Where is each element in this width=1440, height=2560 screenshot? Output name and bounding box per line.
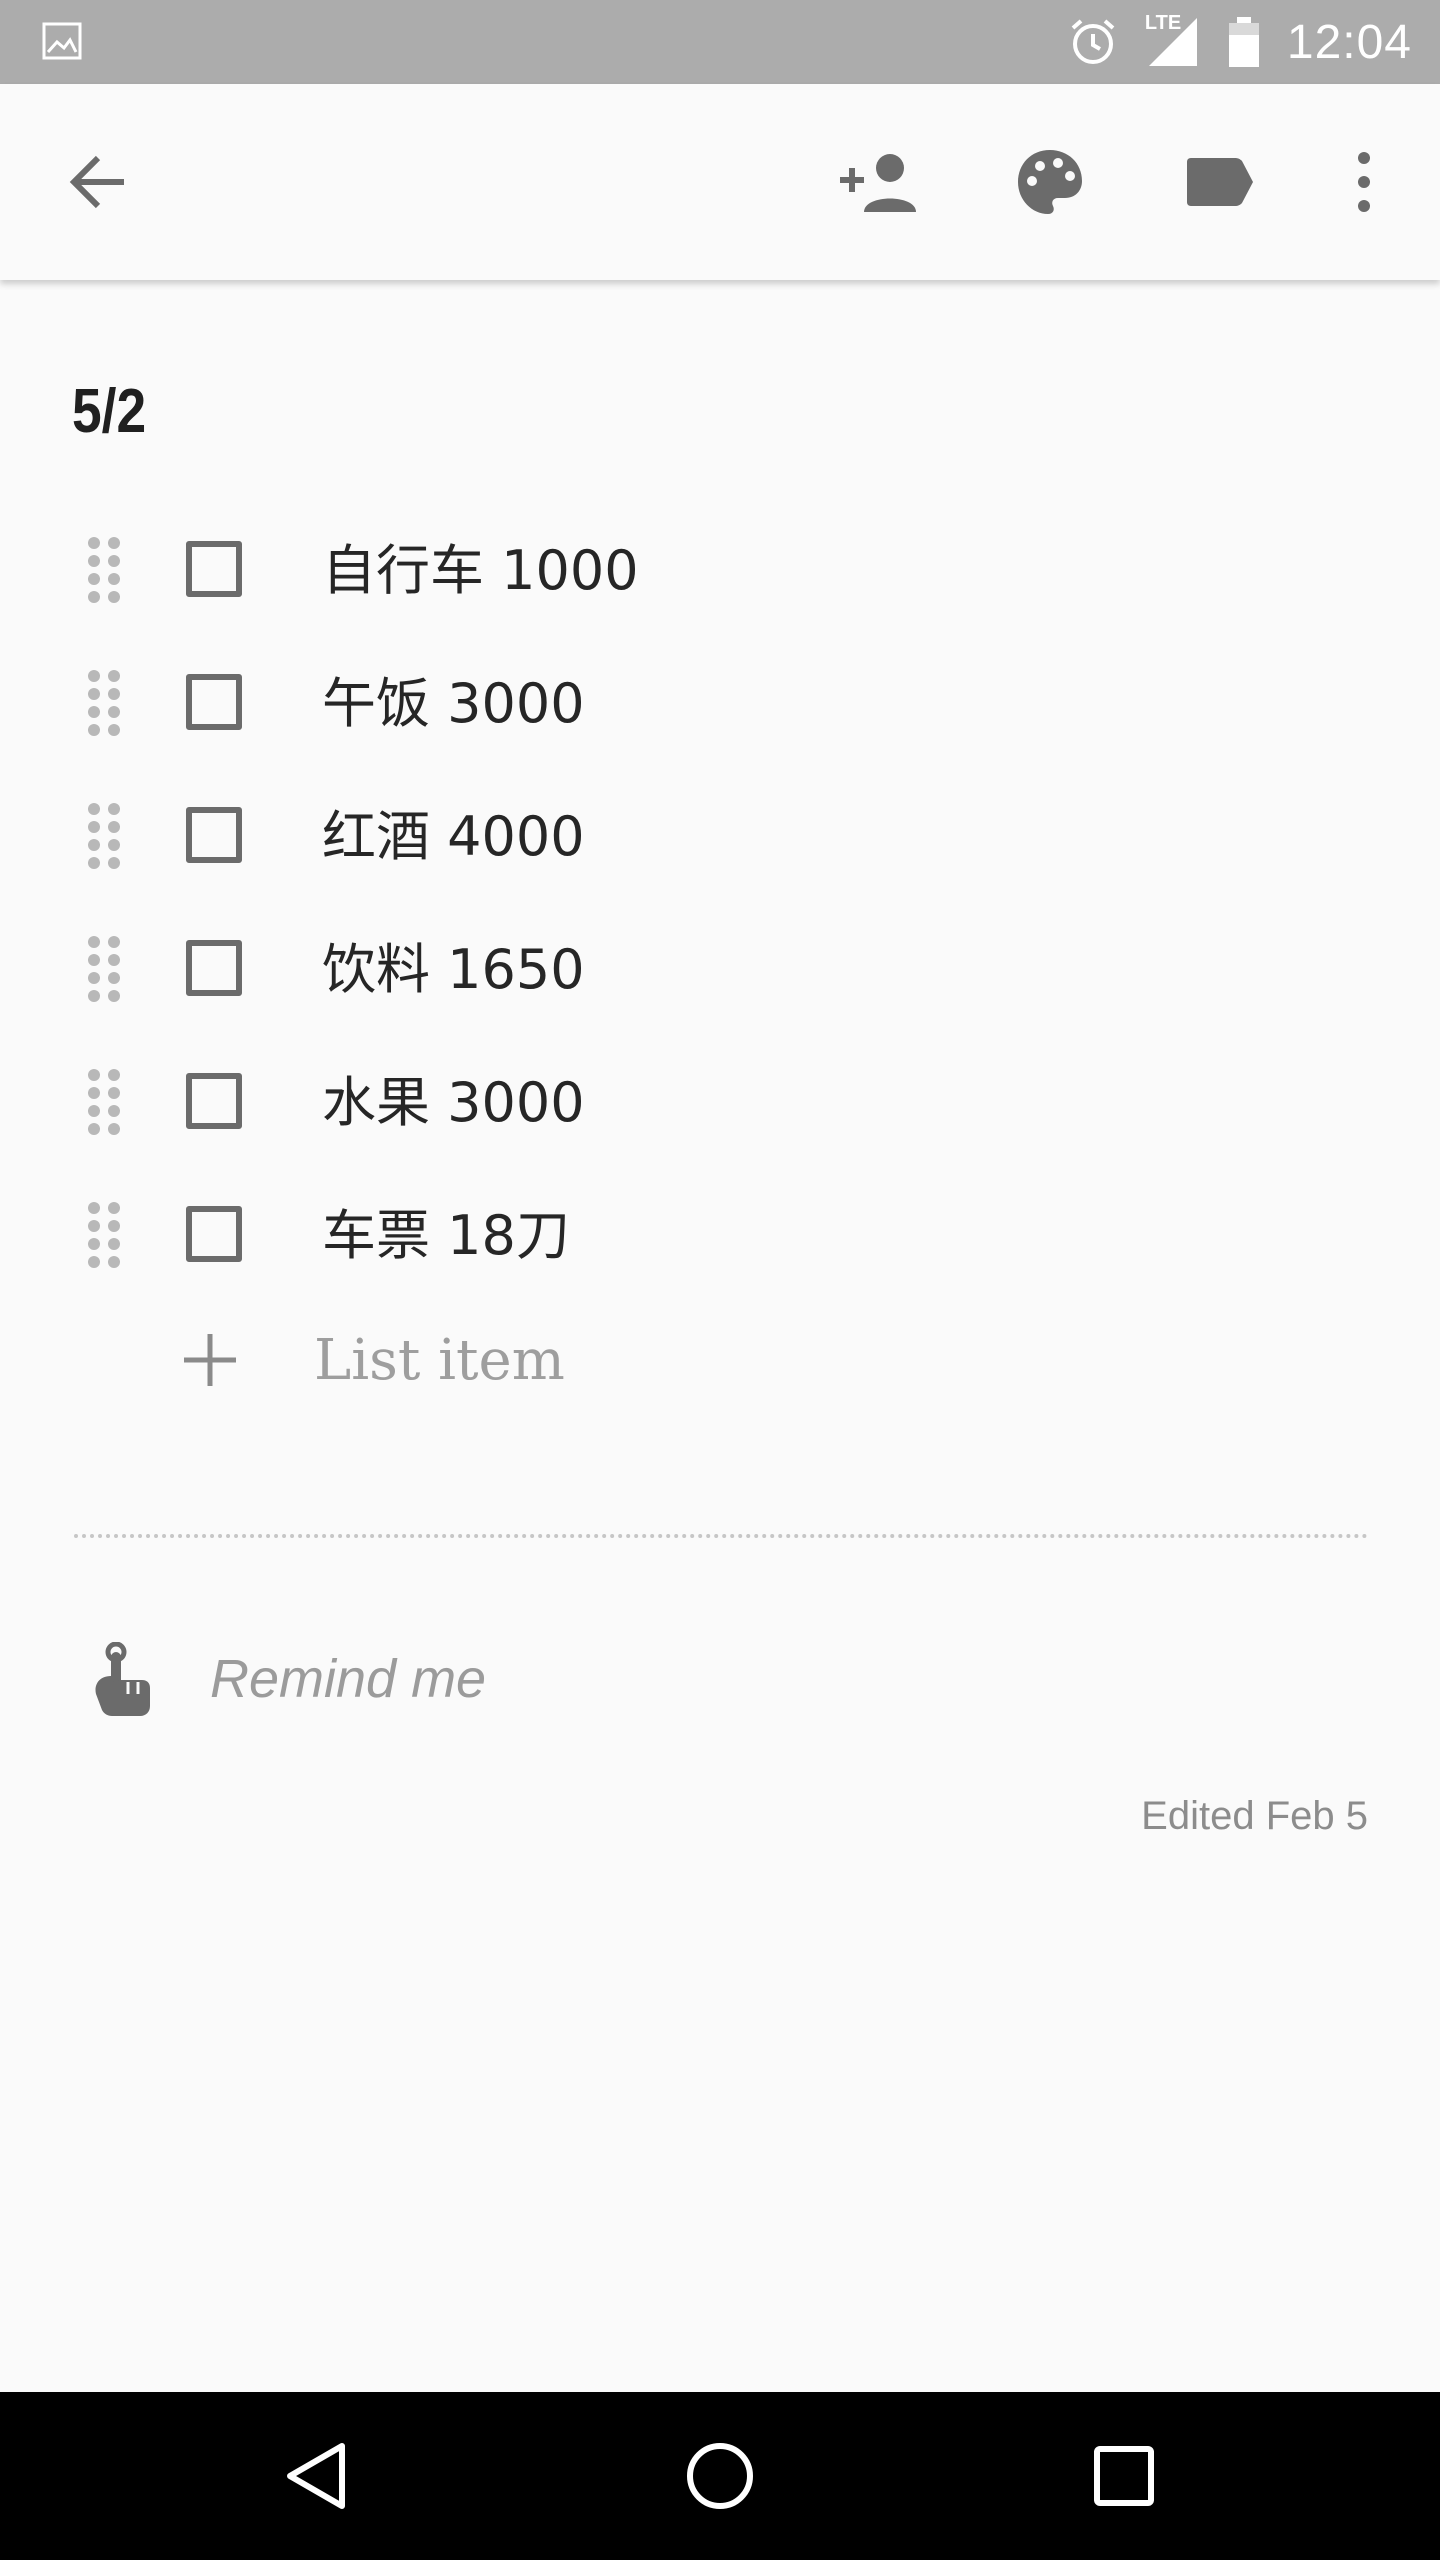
back-arrow-icon [69, 155, 124, 209]
nav-home-button[interactable] [640, 2392, 800, 2560]
drag-handle-icon[interactable] [84, 1066, 124, 1136]
palette-icon [1018, 150, 1082, 214]
edited-timestamp: Edited Feb 5 [1141, 1794, 1368, 1838]
drag-handle-icon[interactable] [84, 667, 124, 737]
nav-home-icon [687, 2443, 753, 2509]
item-text[interactable]: 车票 18刀 [322, 1169, 570, 1302]
item-checkbox[interactable] [186, 940, 242, 996]
nav-back-icon [287, 2443, 345, 2509]
remind-me-label[interactable]: Remind me [210, 1604, 486, 1754]
item-checkbox[interactable] [186, 541, 242, 597]
drag-handle-icon[interactable] [84, 800, 124, 870]
item-checkbox[interactable] [186, 807, 242, 863]
label-button[interactable] [1170, 84, 1270, 280]
dotted-divider [74, 1534, 1368, 1538]
more-vert-icon [1358, 152, 1370, 212]
list-item[interactable]: 红酒 4000 [0, 770, 1440, 903]
item-checkbox[interactable] [186, 1206, 242, 1262]
drag-handle-icon[interactable] [84, 1199, 124, 1269]
item-text[interactable]: 水果 3000 [322, 1036, 585, 1169]
back-button[interactable] [56, 84, 140, 280]
nav-recents-icon [1094, 2446, 1154, 2506]
drag-handle-icon[interactable] [84, 933, 124, 1003]
add-item-placeholder[interactable]: List item [314, 1298, 565, 1428]
item-checkbox[interactable] [186, 674, 242, 730]
alarm-icon [1071, 19, 1115, 64]
image-notification-icon [42, 22, 82, 60]
item-text[interactable]: 饮料 1650 [322, 903, 585, 1036]
label-icon [1187, 158, 1253, 206]
note-toolbar [0, 84, 1440, 280]
add-collaborator-icon [840, 154, 916, 212]
status-bar: LTE 12:04 [0, 0, 1440, 84]
note-body: 5/2 自行车 1000 午饭 3000 红酒 4000 饮料 1650 水果 … [0, 284, 1440, 2388]
item-text[interactable]: 自行车 1000 [322, 504, 639, 637]
nav-back-button[interactable] [236, 2392, 396, 2560]
battery-icon [1228, 17, 1259, 67]
network-type-label: LTE [1144, 12, 1182, 34]
list-item[interactable]: 午饭 3000 [0, 637, 1440, 770]
list-item[interactable]: 车票 18刀 [0, 1169, 1440, 1302]
item-checkbox[interactable] [186, 1073, 242, 1129]
remind-me-row[interactable]: Remind me [0, 1604, 1440, 1754]
drag-handle-icon[interactable] [84, 534, 124, 604]
list-item[interactable]: 水果 3000 [0, 1036, 1440, 1169]
note-title[interactable]: 5/2 [72, 376, 146, 447]
clock: 12:04 [1286, 15, 1412, 69]
system-nav-bar [0, 2392, 1440, 2560]
reminder-finger-icon [95, 1642, 150, 1716]
list-item[interactable]: 饮料 1650 [0, 903, 1440, 1036]
plus-icon [184, 1334, 236, 1386]
list-item[interactable]: 自行车 1000 [0, 504, 1440, 637]
item-text[interactable]: 午饭 3000 [322, 637, 585, 770]
change-color-button[interactable] [1000, 84, 1100, 280]
add-list-item-row[interactable]: List item [0, 1298, 1440, 1428]
nav-recents-button[interactable] [1044, 2392, 1204, 2560]
lte-signal-icon: LTE [1144, 12, 1201, 70]
add-collaborator-button[interactable] [830, 84, 930, 280]
more-options-button[interactable] [1322, 84, 1406, 280]
item-text[interactable]: 红酒 4000 [322, 770, 585, 903]
status-icons: LTE 12:04 [1067, 0, 1412, 84]
